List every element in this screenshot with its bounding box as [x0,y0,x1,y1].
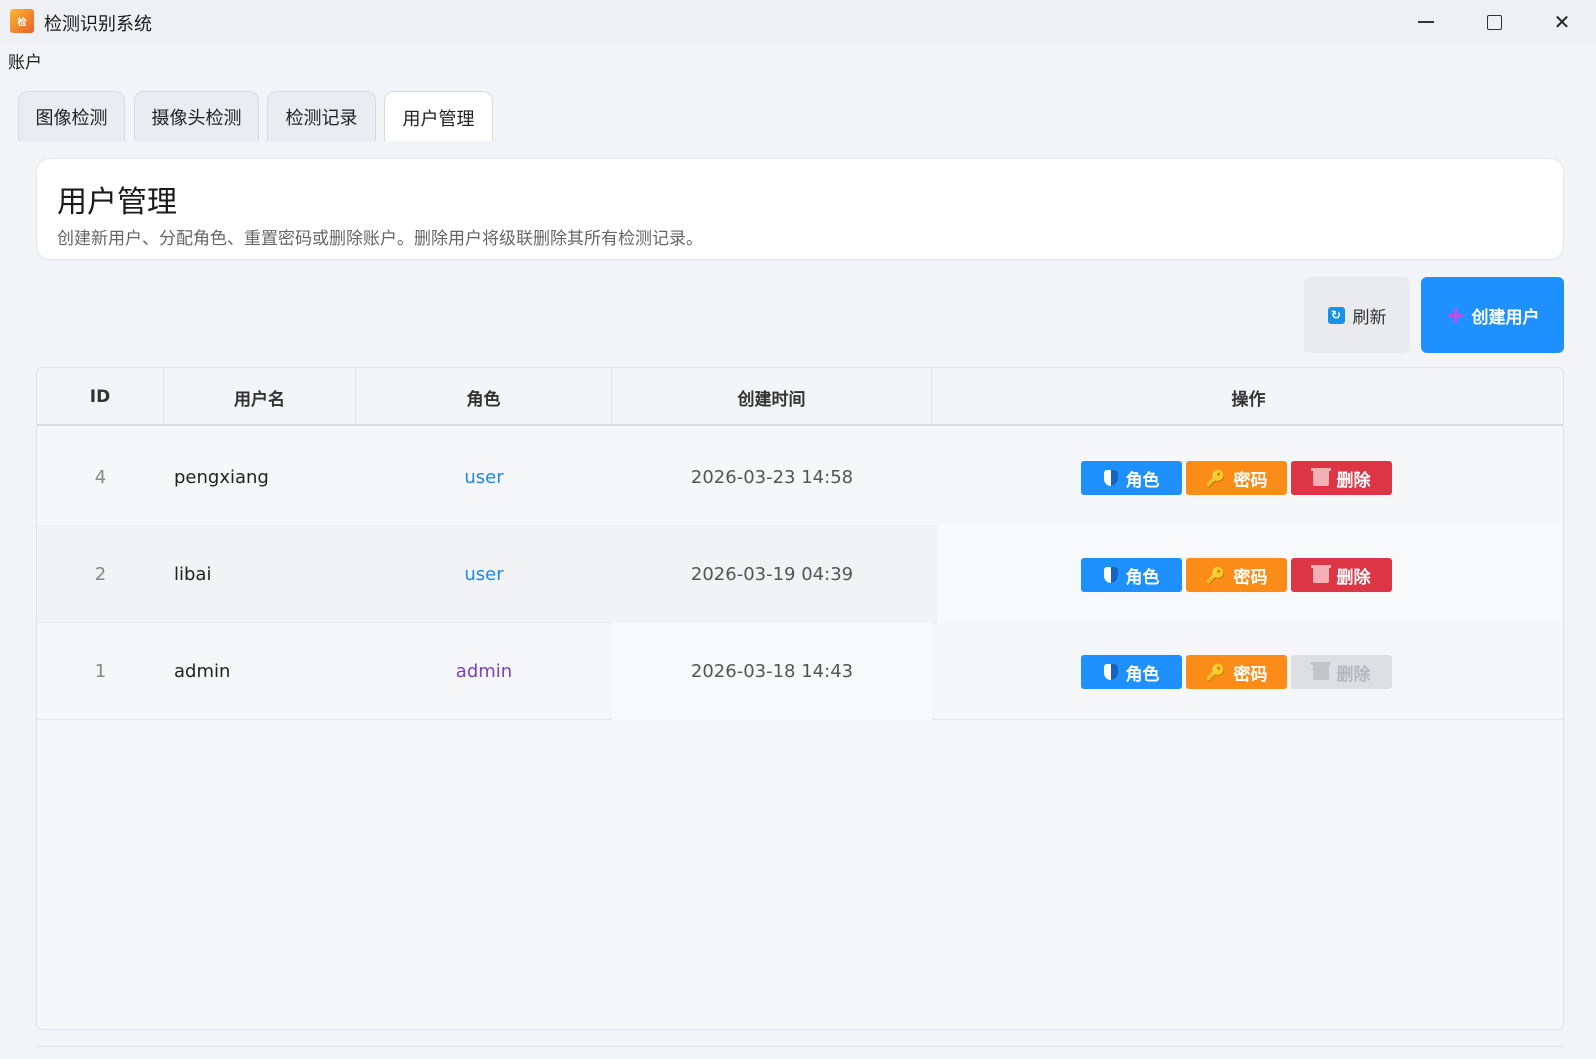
password-button-label: 密码 [1233,470,1268,491]
cell-created: 2026-03-23 14:58 [690,466,854,488]
delete-button-label: 删除 [1336,567,1371,588]
password-button-label: 密码 [1233,664,1268,685]
cell-username: admin [174,660,231,682]
trash-icon [1310,468,1331,486]
delete-button-label: 删除 [1336,664,1371,685]
key-icon: 🔑 [1205,468,1226,488]
page-title: 用户管理 [57,185,177,220]
cell-id: 2 [94,563,107,585]
tab-detection-records[interactable]: 检测记录 [267,91,376,142]
delete-button-label: 删除 [1336,470,1371,491]
tab-user-management[interactable]: 用户管理 [384,91,493,143]
refresh-icon: ↻ [1327,306,1345,324]
page-header-card: 用户管理 创建新用户、分配角色、重置密码或删除账户。删除用户将级联删除其所有检测… [36,158,1564,260]
cell-username: pengxiang [174,466,269,488]
table-header: ID 用户名 角色 创建时间 操作 [37,368,1563,426]
cell-role: user [464,563,504,585]
role-button-label: 角色 [1125,664,1160,685]
trash-icon [1310,662,1331,680]
key-icon: 🔑 [1205,565,1226,585]
table-row[interactable]: 2 libai user 2026-03-19 04:39 角色 🔑 密码 删除 [37,525,1563,623]
cell-role: admin [455,660,513,682]
close-button[interactable]: ✕ [1528,0,1596,44]
delete-user-button-disabled: 删除 [1291,655,1392,689]
app-logo-icon: 检 [10,9,34,33]
title-bar: 检 检测识别系统 ✕ [0,0,1596,44]
column-header-actions: 操作 [1231,389,1266,410]
cell-id: 4 [94,466,107,488]
plus-icon: + [1445,301,1466,329]
close-icon: ✕ [1553,10,1571,34]
window-title: 检测识别系统 [44,14,152,35]
reset-password-button[interactable]: 🔑 密码 [1186,461,1287,495]
create-user-button[interactable]: + 创建用户 [1421,277,1564,353]
password-button-label: 密码 [1233,567,1268,588]
shield-icon [1103,470,1118,486]
maximize-icon [1486,14,1502,30]
cell-role: user [464,466,504,488]
cell-username: libai [174,563,212,585]
role-button-label: 角色 [1125,567,1160,588]
column-header-created[interactable]: 创建时间 [612,368,932,426]
create-user-label: 创建用户 [1471,307,1540,328]
tab-image-detection[interactable]: 图像检测 [18,91,125,142]
menu-bar: 账户 [0,44,1596,74]
reset-password-button[interactable]: 🔑 密码 [1186,558,1287,592]
table-row[interactable]: 4 pengxiang user 2026-03-23 14:58 角色 🔑 密… [37,428,1563,526]
cell-id: 1 [94,660,107,682]
change-role-button[interactable]: 角色 [1081,558,1182,592]
refresh-button[interactable]: ↻ 刷新 [1304,277,1410,353]
column-header-username[interactable]: 用户名 [164,368,356,426]
tab-camera-detection[interactable]: 摄像头检测 [134,91,259,142]
table-row[interactable]: 1 admin admin 2026-03-18 14:43 角色 🔑 密码 删… [37,622,1563,720]
change-role-button[interactable]: 角色 [1081,461,1182,495]
shield-icon [1103,664,1118,680]
maximize-button[interactable] [1460,0,1528,44]
minimize-button[interactable] [1392,0,1460,44]
cell-created: 2026-03-18 14:43 [612,622,932,720]
reset-password-button[interactable]: 🔑 密码 [1186,655,1287,689]
delete-user-button[interactable]: 删除 [1291,558,1392,592]
status-divider [36,1046,1564,1047]
menu-account[interactable]: 账户 [8,48,42,73]
minimize-icon [1418,21,1434,23]
role-button-label: 角色 [1125,470,1160,491]
cell-created: 2026-03-19 04:39 [690,563,854,585]
column-header-role[interactable]: 角色 [356,368,612,426]
trash-icon [1310,565,1331,583]
users-table: ID 用户名 角色 创建时间 操作 4 pengxiang user 2026-… [36,367,1564,1030]
shield-icon [1103,567,1118,583]
delete-user-button[interactable]: 删除 [1291,461,1392,495]
change-role-button[interactable]: 角色 [1081,655,1182,689]
key-icon: 🔑 [1205,662,1226,682]
page-description: 创建新用户、分配角色、重置密码或删除账户。删除用户将级联删除其所有检测记录。 [57,229,703,249]
refresh-label: 刷新 [1352,307,1387,328]
column-header-id[interactable]: ID [37,368,164,426]
